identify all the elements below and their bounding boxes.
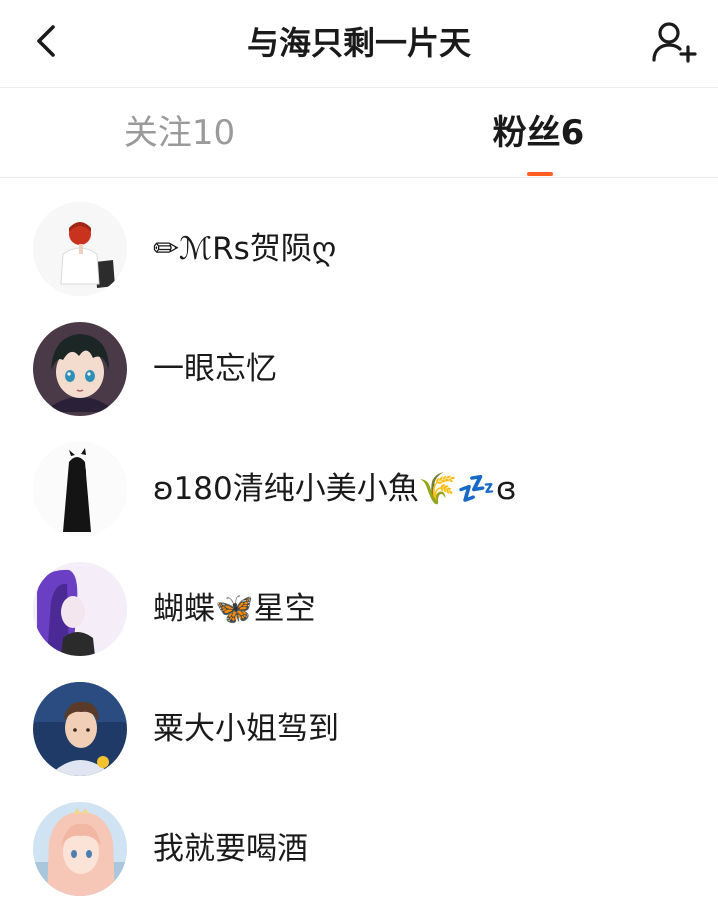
- fan-name[interactable]: 粟大小姐驾到: [153, 669, 339, 789]
- page-title: 与海只剩一片天: [246, 24, 471, 62]
- add-user-icon: [651, 19, 697, 69]
- avatar[interactable]: [33, 322, 127, 416]
- follow-tabs: 关注10 粉丝6: [0, 88, 718, 178]
- list-item[interactable]: 蝴蝶🦋星空: [0, 549, 718, 669]
- fan-name[interactable]: 我就要喝酒: [153, 789, 308, 909]
- tab-following[interactable]: 关注10: [0, 88, 359, 177]
- fan-name[interactable]: 一眼忘忆: [153, 309, 277, 429]
- avatar[interactable]: [33, 442, 127, 536]
- fan-name[interactable]: ✏ℳRs贺陨ღ: [153, 189, 336, 309]
- active-tab-indicator: [527, 172, 553, 176]
- top-bar: 与海只剩一片天: [0, 0, 718, 88]
- fans-list: ✏ℳRs贺陨ღ 一眼忘忆 ʚ180清纯小美小魚🌾💤ɞ 蝴蝶🦋星空 粟大小姐驾到 …: [0, 189, 718, 909]
- list-item[interactable]: ✏ℳRs贺陨ღ: [0, 189, 718, 309]
- fan-name[interactable]: 蝴蝶🦋星空: [153, 549, 316, 669]
- fan-name[interactable]: ʚ180清纯小美小魚🌾💤ɞ: [153, 429, 517, 549]
- avatar[interactable]: [33, 682, 127, 776]
- avatar[interactable]: [33, 202, 127, 296]
- list-item[interactable]: ʚ180清纯小美小魚🌾💤ɞ: [0, 429, 718, 549]
- avatar[interactable]: [33, 562, 127, 656]
- tab-fans[interactable]: 粉丝6: [359, 88, 718, 177]
- list-item[interactable]: 粟大小姐驾到: [0, 669, 718, 789]
- add-user-button[interactable]: [646, 16, 702, 72]
- list-item[interactable]: 我就要喝酒: [0, 789, 718, 909]
- list-item[interactable]: 一眼忘忆: [0, 309, 718, 429]
- avatar[interactable]: [33, 802, 127, 896]
